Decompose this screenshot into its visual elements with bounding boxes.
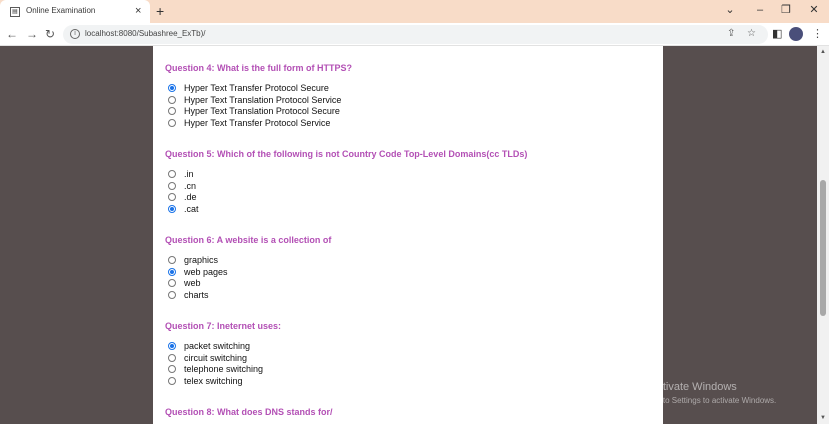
option-label[interactable]: web bbox=[184, 277, 201, 289]
radio-button[interactable] bbox=[168, 256, 176, 264]
site-info-icon[interactable]: i bbox=[70, 29, 80, 39]
scrollbar-thumb[interactable] bbox=[820, 180, 826, 316]
question-4: Question 4: What is the full form of HTT… bbox=[165, 62, 655, 128]
radio-button-checked[interactable] bbox=[168, 205, 176, 213]
radio-button[interactable] bbox=[168, 107, 176, 115]
url-text[interactable]: localhost:8080/Subashree_ExTb)/ bbox=[85, 29, 206, 38]
radio-button[interactable] bbox=[168, 193, 176, 201]
option-label[interactable]: .de bbox=[184, 191, 197, 203]
option-label[interactable]: telex switching bbox=[184, 375, 243, 387]
question-7: Question 7: Ineternet uses: packet switc… bbox=[165, 320, 655, 386]
scroll-down-arrow-icon[interactable]: ▼ bbox=[820, 414, 826, 422]
radio-button[interactable] bbox=[168, 170, 176, 178]
exam-panel: Question 4: What is the full form of HTT… bbox=[153, 46, 663, 424]
browser-toolbar: ← → ↻ i localhost:8080/Subashree_ExTb)/ … bbox=[0, 23, 829, 46]
tab-close-icon[interactable]: × bbox=[135, 4, 141, 18]
forward-arrow-icon[interactable]: → bbox=[24, 26, 40, 42]
radio-button[interactable] bbox=[168, 354, 176, 362]
radio-button[interactable] bbox=[168, 365, 176, 373]
tab-strip: ▤ Online Examination × + ⌄ – ❐ ✕ bbox=[0, 0, 829, 23]
new-tab-button[interactable]: + bbox=[156, 3, 164, 19]
radio-button[interactable] bbox=[168, 119, 176, 127]
minimize-button[interactable]: – bbox=[750, 2, 770, 18]
address-bar[interactable]: i localhost:8080/Subashree_ExTb)/ ⇪ ☆ bbox=[63, 25, 768, 44]
activation-watermark-title: Activate Windows bbox=[650, 381, 737, 393]
radio-button[interactable] bbox=[168, 291, 176, 299]
option-label[interactable]: Hyper Text Translation Protocol Secure bbox=[184, 105, 340, 117]
tab-online-examination[interactable]: ▤ Online Examination × bbox=[0, 0, 150, 23]
page-favicon-icon: ▤ bbox=[10, 7, 20, 17]
option-label[interactable]: Hyper Text Transfer Protocol Secure bbox=[184, 82, 329, 94]
radio-button-checked[interactable] bbox=[168, 342, 176, 350]
radio-button[interactable] bbox=[168, 96, 176, 104]
activation-watermark-subtitle: Go to Settings to activate Windows. bbox=[650, 396, 777, 405]
browser-menu-icon[interactable]: ⋮ bbox=[812, 26, 823, 42]
reload-icon[interactable]: ↻ bbox=[42, 26, 58, 42]
close-window-button[interactable]: ✕ bbox=[804, 2, 824, 18]
radio-button[interactable] bbox=[168, 182, 176, 190]
option-label[interactable]: packet switching bbox=[184, 340, 250, 352]
scroll-up-arrow-icon[interactable]: ▲ bbox=[820, 48, 826, 56]
option-label[interactable]: charts bbox=[184, 289, 209, 301]
question-5: Question 5: Which of the following is no… bbox=[165, 148, 655, 214]
question-title: Question 4: What is the full form of HTT… bbox=[165, 63, 352, 73]
tab-title: Online Examination bbox=[26, 6, 96, 15]
back-arrow-icon[interactable]: ← bbox=[4, 26, 20, 42]
question-title: Question 7: Ineternet uses: bbox=[165, 321, 282, 331]
page-scrollbar[interactable]: ▲ ▼ bbox=[817, 46, 829, 424]
option-label[interactable]: telephone switching bbox=[184, 363, 263, 375]
radio-button-checked[interactable] bbox=[168, 268, 176, 276]
option-label[interactable]: .in bbox=[184, 168, 194, 180]
question-6: Question 6: A website is a collection of… bbox=[165, 234, 655, 300]
radio-button[interactable] bbox=[168, 377, 176, 385]
share-icon[interactable]: ⇪ bbox=[727, 27, 735, 41]
restore-button[interactable]: ❐ bbox=[776, 2, 796, 18]
question-title: Question 8: What does DNS stands for/ bbox=[165, 407, 333, 417]
bookmark-star-icon[interactable]: ☆ bbox=[747, 27, 756, 41]
tab-search-chevron-icon[interactable]: ⌄ bbox=[720, 2, 740, 18]
question-8: Question 8: What does DNS stands for/ bbox=[165, 406, 655, 418]
question-title: Question 5: Which of the following is no… bbox=[165, 149, 528, 159]
option-label[interactable]: .cat bbox=[184, 203, 199, 215]
option-label[interactable]: graphics bbox=[184, 254, 218, 266]
profile-avatar[interactable] bbox=[789, 27, 803, 41]
option-label[interactable]: Hyper Text Transfer Protocol Service bbox=[184, 117, 330, 129]
radio-button[interactable] bbox=[168, 279, 176, 287]
question-title: Question 6: A website is a collection of bbox=[165, 235, 332, 245]
radio-button-checked[interactable] bbox=[168, 84, 176, 92]
side-panel-icon[interactable]: ◧ bbox=[772, 26, 782, 42]
